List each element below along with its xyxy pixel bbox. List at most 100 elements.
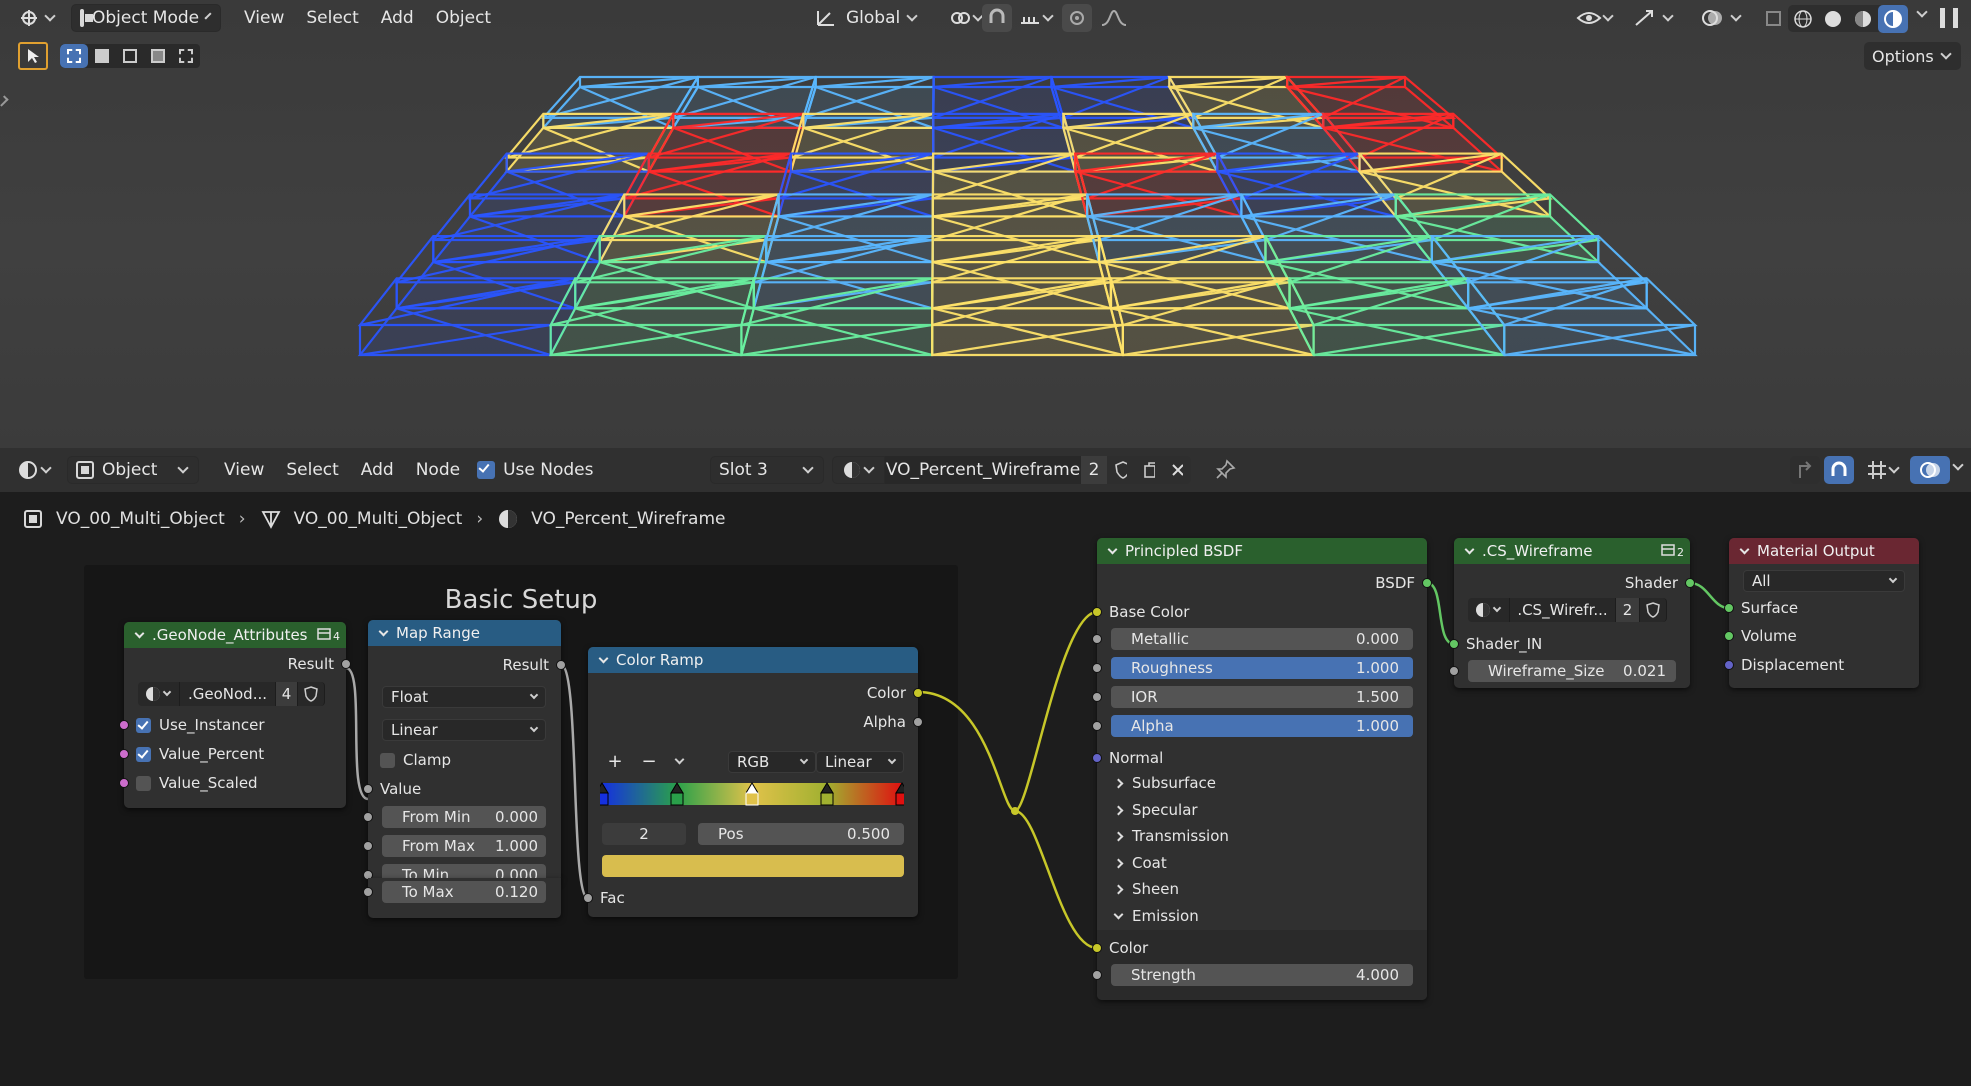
input-socket-from-min[interactable]	[363, 812, 373, 822]
collapse-chevron[interactable]	[378, 626, 389, 636]
material-name-field[interactable]: VO_Percent_Wireframe	[885, 456, 1081, 484]
viewport-menu-select[interactable]: Select	[295, 8, 369, 28]
input-socket-volume[interactable]	[1724, 631, 1734, 641]
proportional-editing-toggle[interactable]	[1062, 4, 1092, 32]
panel-coat[interactable]: Coat	[1113, 854, 1167, 872]
panel-specular[interactable]: Specular	[1113, 801, 1198, 819]
collapse-chevron[interactable]	[134, 628, 145, 638]
node-header[interactable]: Map Range	[368, 620, 561, 646]
use-nodes-toggle[interactable]: Use Nodes	[477, 460, 593, 480]
panel-subsurface[interactable]: Subsurface	[1113, 774, 1216, 792]
checkbox-value-scaled[interactable]	[136, 775, 151, 791]
node-principled-bsdf[interactable]: Principled BSDF BSDF Base Color Metallic…	[1092, 538, 1432, 1000]
select-subtract-button[interactable]	[116, 44, 144, 68]
transform-orientation-dropdown[interactable]: Global	[806, 4, 927, 32]
input-socket-alpha[interactable]	[1092, 721, 1102, 731]
duplicate-material-button[interactable]	[1135, 456, 1163, 484]
node-color-ramp[interactable]: Color Ramp Color Alpha + − RGB Linear 2 …	[583, 647, 923, 917]
ramp-specials-chevron[interactable]	[674, 754, 685, 765]
input-socket-fac[interactable]	[583, 893, 593, 903]
active-stop-color-swatch[interactable]	[602, 855, 904, 877]
input-socket-displacement[interactable]	[1724, 660, 1734, 670]
collapse-chevron[interactable]	[598, 653, 609, 663]
collapse-chevron[interactable]	[1107, 544, 1118, 554]
interpolation-dropdown[interactable]: Linear	[382, 719, 546, 741]
material-users-count[interactable]: 2	[1081, 456, 1107, 484]
rendered-shading-button[interactable]	[1878, 4, 1908, 33]
input-socket-ior[interactable]	[1092, 692, 1102, 702]
use-nodes-checkbox[interactable]	[477, 461, 496, 479]
unlink-material-button[interactable]	[1163, 456, 1191, 484]
node-header[interactable]: Principled BSDF	[1097, 538, 1427, 564]
field-wireframe-size[interactable]: Wireframe_Size 0.021	[1468, 660, 1676, 682]
node-group-name-field[interactable]: .CS_Wirefr...	[1510, 598, 1616, 622]
viewport-menu-object[interactable]: Object	[425, 8, 502, 28]
input-socket-emission-strength[interactable]	[1092, 970, 1102, 980]
add-stop-button[interactable]: +	[602, 751, 628, 772]
pin-button[interactable]	[1206, 456, 1244, 484]
input-socket-roughness[interactable]	[1092, 663, 1102, 673]
material-shading-button[interactable]	[1848, 5, 1878, 33]
shader-type-dropdown[interactable]: Object	[67, 456, 199, 484]
input-socket-value[interactable]	[363, 784, 373, 794]
remove-stop-button[interactable]: −	[636, 751, 662, 772]
select-new-button[interactable]	[60, 44, 88, 68]
collapse-chevron[interactable]	[1464, 544, 1475, 554]
input-socket-shader-in[interactable]	[1449, 639, 1459, 649]
node-material-output[interactable]: Material Output All Surface Volume Displ…	[1724, 538, 1919, 688]
solid-shading-button[interactable]	[1818, 5, 1848, 33]
input-socket-from-max[interactable]	[363, 841, 373, 851]
output-socket-bsdf[interactable]	[1422, 578, 1432, 588]
node-header[interactable]: .GeoNode_Attributes 4	[124, 622, 346, 648]
select-invert-button[interactable]	[144, 44, 172, 68]
field-ior[interactable]: IOR 1.500	[1111, 686, 1413, 708]
active-stop-index[interactable]: 2	[602, 823, 686, 845]
field-roughness[interactable]: Roughness 1.000	[1111, 657, 1413, 679]
output-socket-result[interactable]	[341, 659, 351, 669]
proportional-falloff-dropdown[interactable]	[1092, 4, 1136, 32]
node-group-users-field[interactable]: 2	[1616, 598, 1640, 622]
options-dropdown[interactable]: Options	[1864, 42, 1961, 70]
input-socket-normal[interactable]	[1092, 753, 1102, 763]
snap-toggle[interactable]	[982, 4, 1012, 32]
input-socket-metallic[interactable]	[1092, 634, 1102, 644]
node-overlay-chevron[interactable]	[1952, 459, 1964, 471]
browse-material-button[interactable]	[832, 456, 885, 484]
field-from-min[interactable]: From Min 0.000	[382, 806, 546, 828]
panel-emission[interactable]: Emission	[1113, 907, 1199, 925]
input-socket-base-color[interactable]	[1092, 607, 1102, 617]
material-slot-dropdown[interactable]: Slot 3	[710, 456, 824, 484]
node-header[interactable]: Color Ramp	[588, 647, 918, 673]
input-socket-value-scaled[interactable]	[119, 778, 129, 788]
node-menu-view[interactable]: View	[213, 460, 275, 480]
node-overlay-toggle[interactable]	[1910, 456, 1950, 484]
node-map-range[interactable]: Map Range Result Float Linear Clamp Valu…	[363, 620, 566, 886]
panel-sheen[interactable]: Sheen	[1113, 880, 1179, 898]
overlay-toggle[interactable]	[1692, 4, 1751, 32]
browse-node-group-button[interactable]	[1468, 598, 1510, 622]
node-menu-add[interactable]: Add	[350, 460, 405, 480]
field-from-max[interactable]: From Max 1.000	[382, 835, 546, 857]
input-socket-surface[interactable]	[1724, 603, 1734, 613]
output-socket-result[interactable]	[556, 660, 566, 670]
wireframe-shading-button[interactable]	[1788, 5, 1818, 33]
fake-user-button[interactable]	[1107, 456, 1135, 484]
input-socket-to-max[interactable]	[363, 887, 373, 897]
render-target-dropdown[interactable]: All	[1743, 570, 1905, 592]
node-geonode-attributes[interactable]: .GeoNode_Attributes 4 Result .GeoNod... …	[119, 622, 351, 808]
panel-transmission[interactable]: Transmission	[1113, 827, 1229, 845]
select-tool-button[interactable]	[18, 42, 48, 70]
pause-render-button[interactable]	[1940, 8, 1958, 28]
editor-type-button[interactable]	[10, 4, 65, 32]
snap-node-toggle[interactable]	[1824, 456, 1854, 484]
field-emission-strength[interactable]: Strength 4.000	[1111, 964, 1413, 986]
node-group-users-field[interactable]: 4	[276, 682, 298, 706]
input-socket-value-percent[interactable]	[119, 749, 129, 759]
checkbox-value-percent[interactable]	[136, 746, 151, 762]
object-mode-dropdown[interactable]: Object Mode	[71, 4, 221, 32]
stop-position-field[interactable]: Pos 0.500	[698, 823, 904, 845]
3d-viewport[interactable]: Object Mode View Select Add Object Globa…	[0, 0, 1971, 448]
node-menu-select[interactable]: Select	[275, 460, 349, 480]
shading-options-chevron[interactable]	[1916, 6, 1928, 18]
node-group-fake-user-button[interactable]	[298, 682, 325, 706]
